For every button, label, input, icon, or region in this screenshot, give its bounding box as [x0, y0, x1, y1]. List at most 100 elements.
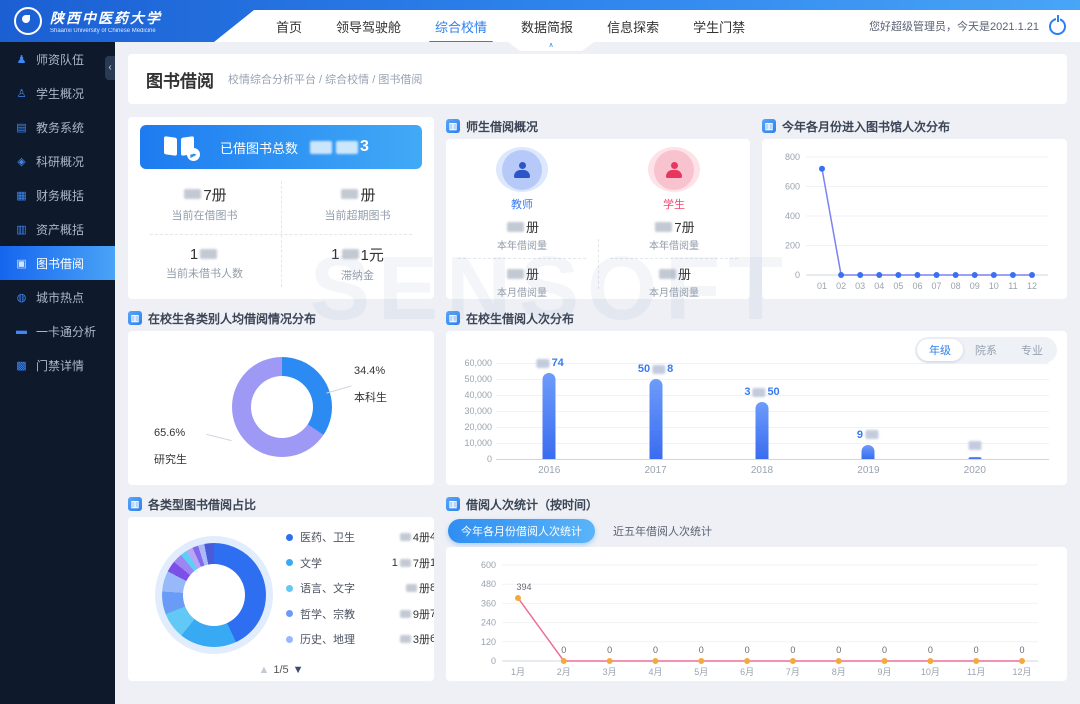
stat-value: 7册 — [182, 184, 226, 205]
legend-pagination: ▲1/5▼ — [128, 664, 434, 676]
nav-item-data-briefing[interactable]: 数据简报 — [521, 12, 573, 41]
sidebar-item-card-analysis[interactable]: ▬一卡通分析 — [0, 314, 115, 348]
svg-text:4月: 4月 — [648, 667, 662, 677]
book-type-card: 医药、卫生4册43.04%文学17册17.77%语言、文字册8.18%哲学、宗教… — [128, 517, 434, 681]
page-header-card: 图书借阅 校情综合分析平台 / 综合校情 / 图书借阅 — [128, 54, 1067, 104]
summary-stat: 11元滞纳金 — [281, 233, 434, 293]
tab-major[interactable]: 专业 — [1009, 339, 1055, 361]
button-monthly-borrow-stats[interactable]: 今年各月份借阅人次统计 — [448, 519, 595, 543]
sidebar-item-city-hotspot[interactable]: ◍城市热点 — [0, 280, 115, 314]
bar-value-label: 350 — [744, 386, 779, 398]
svg-text:0: 0 — [795, 270, 800, 280]
banner-value: 3 — [308, 138, 369, 156]
censored-value — [336, 141, 358, 154]
student-avatar — [654, 150, 694, 190]
svg-text:600: 600 — [481, 560, 496, 570]
svg-text:0: 0 — [699, 645, 704, 655]
section-title: 师生借阅概况 — [466, 118, 538, 135]
sidebar-item-label: 资产概括 — [36, 221, 84, 238]
svg-text:360: 360 — [481, 598, 496, 608]
sidebar-item-library-borrowing[interactable]: ▣图书借阅 — [0, 246, 115, 280]
svg-text:7月: 7月 — [786, 667, 800, 677]
divider — [150, 234, 412, 235]
censored-value — [400, 533, 411, 541]
sidebar-item-city-hotspot-icon: ◍ — [15, 291, 28, 304]
play-arrow-icon: ▶ — [187, 148, 200, 161]
svg-text:09: 09 — [970, 281, 980, 291]
student-label: 学生 — [663, 196, 685, 212]
nav-item-info-explore[interactable]: 信息探索 — [607, 12, 659, 41]
censored-value — [310, 141, 332, 154]
borrow-value: 7册 — [653, 217, 694, 236]
logout-power-icon[interactable] — [1049, 18, 1066, 35]
book-type-icon — [128, 497, 142, 511]
censored-value — [655, 222, 672, 232]
censored-value — [659, 269, 676, 279]
svg-text:06: 06 — [912, 281, 922, 291]
divider — [458, 258, 586, 259]
legend-percent: 17.77% — [430, 557, 434, 569]
sidebar-item-card-analysis-icon: ▬ — [15, 325, 28, 337]
nav-item-campus-overview[interactable]: 综合校情 — [435, 12, 487, 41]
svg-text:5月: 5月 — [694, 667, 708, 677]
legend-row: 医药、卫生4册43.04% — [286, 529, 422, 545]
sidebar-item-research[interactable]: ◈科研概况 — [0, 144, 115, 178]
svg-text:10月: 10月 — [921, 667, 940, 677]
borrow-label: 本年借阅量 — [497, 237, 547, 252]
nav-item-leadership-cockpit[interactable]: 领导驾驶舱 — [336, 12, 401, 41]
top-nav: 首页 领导驾驶舱 综合校情 数据简报 信息探索 学生门禁 — [276, 12, 745, 41]
legend-count: 9册 — [372, 606, 430, 622]
nav-item-home[interactable]: 首页 — [276, 12, 302, 41]
gridline — [496, 459, 1049, 460]
tab-department[interactable]: 院系 — [963, 339, 1009, 361]
sidebar-item-finance-icon: ▦ — [15, 189, 28, 202]
sidebar-collapse-icon[interactable]: ‹ — [105, 56, 115, 80]
teacher-borrow-panel: 教师册本年借阅量册本月借阅量 — [446, 139, 598, 299]
open-book-icon: ▶ — [164, 137, 194, 157]
svg-text:0: 0 — [653, 645, 658, 655]
x-tick-label: 2018 — [751, 465, 773, 476]
university-name-en: Shaanxi University of Chinese Medicine — [50, 28, 162, 34]
svg-text:240: 240 — [481, 618, 496, 628]
svg-text:200: 200 — [785, 241, 800, 251]
page-down-icon[interactable]: ▼ — [293, 664, 304, 676]
legend-dot — [286, 610, 293, 617]
stat-value: 册 — [339, 184, 375, 205]
nav-item-student-access[interactable]: 学生门禁 — [693, 12, 745, 41]
svg-text:0: 0 — [607, 645, 612, 655]
sidebar-item-students[interactable]: ♙学生概况 — [0, 76, 115, 110]
sidebar-item-academic-system[interactable]: ▤教务系统 — [0, 110, 115, 144]
svg-text:08: 08 — [951, 281, 961, 291]
svg-text:10: 10 — [989, 281, 999, 291]
stat-value: 1 — [190, 246, 219, 263]
category-share-icon — [128, 311, 142, 325]
year-bar — [756, 402, 769, 459]
svg-text:400: 400 — [785, 211, 800, 221]
sidebar-item-access-control[interactable]: ▩门禁详情 — [0, 348, 115, 382]
year-bar — [649, 379, 662, 459]
sidebar-item-label: 财务概括 — [36, 187, 84, 204]
section-title: 借阅人次统计（按时间） — [466, 496, 598, 513]
sidebar-item-assets[interactable]: ▥资产概括 — [0, 212, 115, 246]
x-tick-label: 2020 — [964, 465, 986, 476]
sidebar-item-finance[interactable]: ▦ 财务概括 — [0, 178, 115, 212]
university-name: 陕西中医药大学 — [50, 8, 162, 28]
sidebar-item-faculty[interactable]: ♟师资队伍 — [0, 42, 115, 76]
section-title: 在校生各类别人均借阅情况分布 — [148, 310, 316, 327]
legend-percent: 7.07% — [430, 608, 434, 620]
svg-text:8月: 8月 — [832, 667, 846, 677]
y-tick-label: 50,000 — [448, 374, 492, 384]
svg-text:07: 07 — [932, 281, 942, 291]
sidebar-item-label: 图书借阅 — [36, 255, 84, 272]
section-title: 今年各月份进入图书馆人次分布 — [782, 118, 950, 135]
section-borrow-by-time: 借阅人次统计（按时间） 今年各月份借阅人次统计近五年借阅人次统计 6004803… — [446, 495, 1067, 681]
student-icon — [665, 162, 683, 178]
page-up-icon[interactable]: ▲ — [258, 664, 269, 676]
gridline — [496, 363, 1049, 364]
legend-dot — [286, 636, 293, 643]
censored-value — [652, 365, 665, 374]
entries-chart-icon — [762, 119, 776, 133]
button-five-year-borrow-stats[interactable]: 近五年借阅人次统计 — [611, 519, 714, 543]
tab-grade[interactable]: 年级 — [917, 339, 963, 361]
gridline — [496, 427, 1049, 428]
